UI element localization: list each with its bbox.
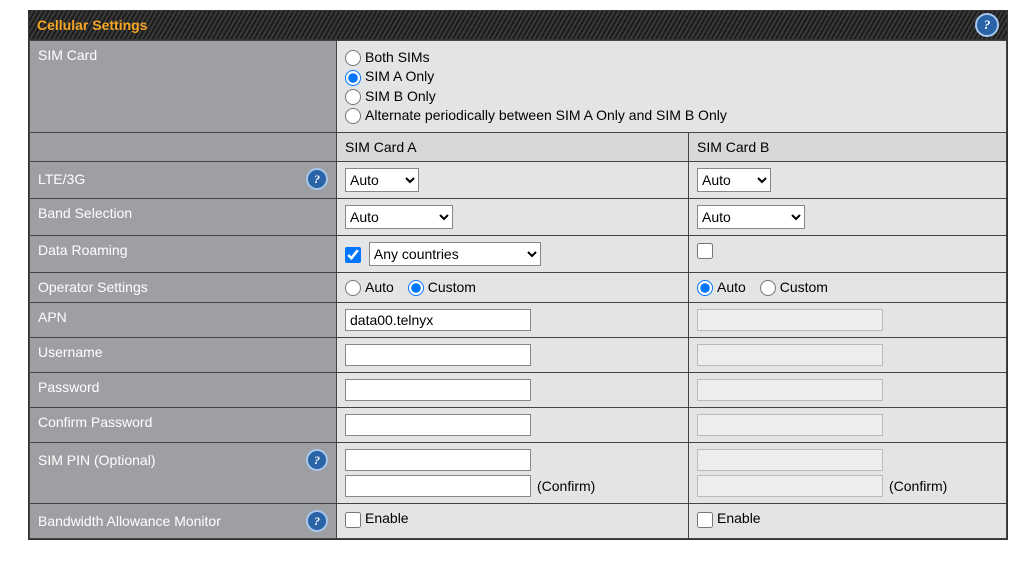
cellular-settings-panel: Cellular Settings ? SIM Card Both SIMs S…: [28, 10, 1008, 540]
lte3g-select-a[interactable]: Auto: [345, 168, 419, 192]
band-select-b[interactable]: Auto: [697, 205, 805, 229]
radio-sim-b-only-input[interactable]: [345, 89, 361, 105]
row-label-bam: Bandwidth Allowance Monitor?: [30, 504, 337, 539]
apn-input-a[interactable]: [345, 309, 531, 331]
op-custom-b[interactable]: Custom: [760, 279, 828, 295]
band-select-a[interactable]: Auto: [345, 205, 453, 229]
sim-pin-confirm-a[interactable]: [345, 475, 531, 497]
op-custom-a[interactable]: Custom: [408, 279, 476, 295]
bam-checkbox-b[interactable]: [697, 512, 713, 528]
panel-header: Cellular Settings ?: [29, 11, 1007, 40]
bam-enable-b[interactable]: Enable: [697, 510, 761, 526]
op-auto-a-input[interactable]: [345, 280, 361, 296]
row-label-apn: APN: [30, 303, 337, 338]
help-icon[interactable]: ?: [975, 13, 999, 37]
row-label-sim-pin: SIM PIN (Optional)?: [30, 443, 337, 504]
username-input-a[interactable]: [345, 344, 531, 366]
confirm-label: (Confirm): [889, 478, 947, 494]
row-label-username: Username: [30, 338, 337, 373]
row-spacer: [30, 133, 337, 162]
roaming-checkbox-a[interactable]: [345, 247, 361, 263]
radio-both-sims-input[interactable]: [345, 50, 361, 66]
radio-both-sims[interactable]: Both SIMs: [345, 49, 998, 66]
radio-sim-a-only[interactable]: SIM A Only: [345, 68, 998, 85]
panel-title: Cellular Settings: [37, 11, 147, 39]
op-auto-b-input[interactable]: [697, 280, 713, 296]
sim-pin-input-a[interactable]: [345, 449, 531, 471]
roaming-select-a[interactable]: Any countries: [369, 242, 541, 266]
bam-enable-a[interactable]: Enable: [345, 510, 409, 526]
password-input-a[interactable]: [345, 379, 531, 401]
row-label-band: Band Selection: [30, 199, 337, 236]
username-input-b: [697, 344, 883, 366]
col-head-a: SIM Card A: [337, 133, 689, 162]
help-icon[interactable]: ?: [306, 510, 328, 532]
row-label-confirm-pw: Confirm Password: [30, 408, 337, 443]
help-icon[interactable]: ?: [306, 449, 328, 471]
apn-input-b: [697, 309, 883, 331]
confirm-pw-input-b: [697, 414, 883, 436]
confirm-pw-input-a[interactable]: [345, 414, 531, 436]
op-custom-a-input[interactable]: [408, 280, 424, 296]
radio-sim-a-only-input[interactable]: [345, 70, 361, 86]
lte3g-select-b[interactable]: Auto: [697, 168, 771, 192]
col-head-b: SIM Card B: [689, 133, 1007, 162]
sim-pin-confirm-b: [697, 475, 883, 497]
row-label-operator: Operator Settings: [30, 273, 337, 303]
op-custom-b-input[interactable]: [760, 280, 776, 296]
row-label-lte3g: LTE/3G?: [30, 162, 337, 199]
row-label-sim-card: SIM Card: [30, 41, 337, 133]
roaming-checkbox-b[interactable]: [697, 243, 713, 259]
op-auto-b[interactable]: Auto: [697, 279, 746, 295]
row-label-roaming: Data Roaming: [30, 236, 337, 273]
sim-pin-input-b: [697, 449, 883, 471]
radio-alternate-input[interactable]: [345, 108, 361, 124]
confirm-label: (Confirm): [537, 478, 595, 494]
sim-card-options: Both SIMs SIM A Only SIM B Only Alternat…: [337, 41, 1007, 133]
radio-alternate[interactable]: Alternate periodically between SIM A Onl…: [345, 107, 998, 124]
radio-sim-b-only[interactable]: SIM B Only: [345, 88, 998, 105]
bam-checkbox-a[interactable]: [345, 512, 361, 528]
help-icon[interactable]: ?: [306, 168, 328, 190]
settings-table: SIM Card Both SIMs SIM A Only SIM B Only…: [29, 40, 1007, 539]
row-label-password: Password: [30, 373, 337, 408]
op-auto-a[interactable]: Auto: [345, 279, 394, 295]
password-input-b: [697, 379, 883, 401]
